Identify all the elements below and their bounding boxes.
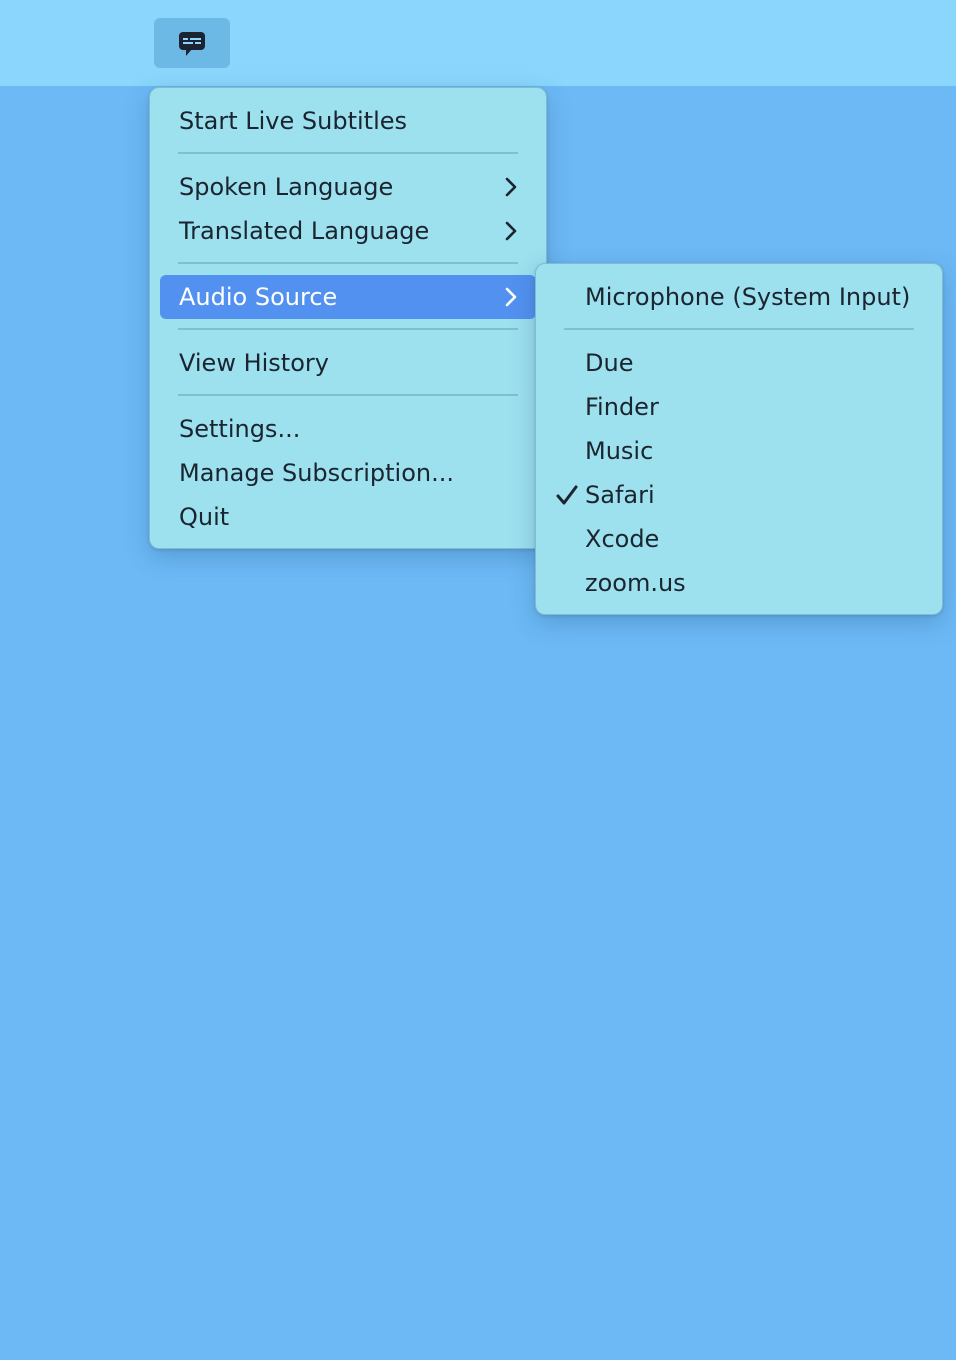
audio-app-label: Xcode	[585, 525, 660, 553]
audio-source-submenu: Microphone (System Input) Due Finder Mus…	[535, 263, 943, 615]
checkmark-icon	[556, 485, 578, 505]
audio-source-label: Audio Source	[179, 283, 338, 311]
audio-app-label: Finder	[585, 393, 659, 421]
audio-app-label: Safari	[585, 481, 655, 509]
manage-subscription-label: Manage Subscription...	[179, 459, 454, 487]
chevron-right-icon	[505, 221, 517, 241]
spoken-language-item[interactable]: Spoken Language	[160, 165, 536, 209]
chevron-right-icon	[505, 177, 517, 197]
audio-app-item-safari[interactable]: Safari	[546, 473, 932, 517]
view-history-item[interactable]: View History	[160, 341, 536, 385]
menu-bar	[0, 0, 956, 86]
audio-app-label: Due	[585, 349, 634, 377]
view-history-label: View History	[179, 349, 329, 377]
microphone-label: Microphone (System Input)	[585, 283, 911, 311]
translated-language-label: Translated Language	[179, 217, 430, 245]
settings-label: Settings...	[179, 415, 301, 443]
audio-app-item-xcode[interactable]: Xcode	[546, 517, 932, 561]
menu-separator	[564, 328, 914, 330]
audio-source-item[interactable]: Audio Source	[160, 275, 536, 319]
microphone-item[interactable]: Microphone (System Input)	[546, 275, 932, 319]
quit-item[interactable]: Quit	[160, 495, 536, 539]
subtitles-status-item[interactable]	[154, 18, 230, 68]
audio-app-item-zoom[interactable]: zoom.us	[546, 561, 932, 605]
subtitles-menu: Start Live Subtitles Spoken Language Tra…	[149, 87, 547, 549]
audio-app-item-due[interactable]: Due	[546, 341, 932, 385]
manage-subscription-item[interactable]: Manage Subscription...	[160, 451, 536, 495]
audio-app-label: Music	[585, 437, 654, 465]
menu-separator	[178, 262, 518, 264]
settings-item[interactable]: Settings...	[160, 407, 536, 451]
quit-label: Quit	[179, 503, 230, 531]
audio-app-item-music[interactable]: Music	[546, 429, 932, 473]
chevron-right-icon	[505, 287, 517, 307]
menu-separator	[178, 152, 518, 154]
spoken-language-label: Spoken Language	[179, 173, 394, 201]
menu-separator	[178, 394, 518, 396]
audio-app-item-finder[interactable]: Finder	[546, 385, 932, 429]
start-live-subtitles-label: Start Live Subtitles	[179, 107, 407, 135]
start-live-subtitles-item[interactable]: Start Live Subtitles	[160, 99, 536, 143]
translated-language-item[interactable]: Translated Language	[160, 209, 536, 253]
audio-app-label: zoom.us	[585, 569, 686, 597]
menu-separator	[178, 328, 518, 330]
subtitles-bubble-icon	[179, 32, 205, 56]
